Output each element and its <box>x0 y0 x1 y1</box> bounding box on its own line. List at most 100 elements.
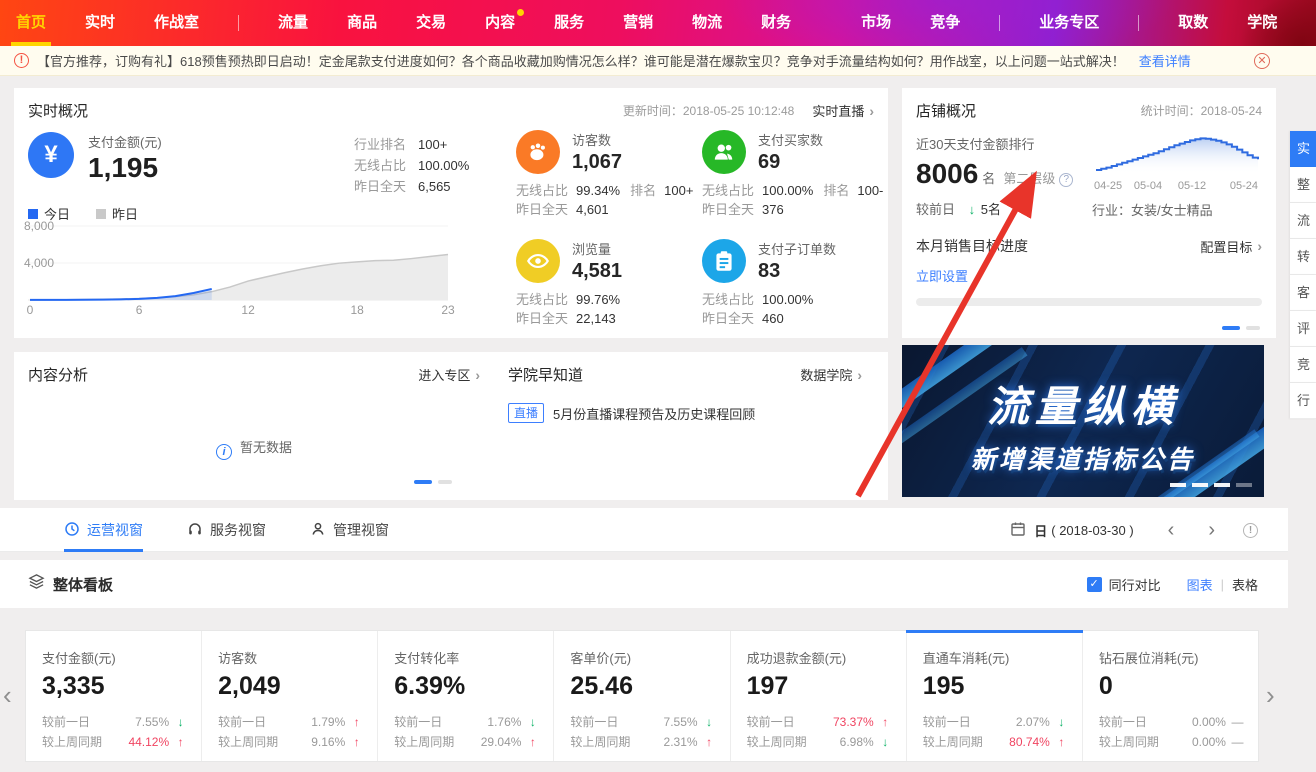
metric-card-payment-amount[interactable]: 支付金额(元)3,335较前一日7.55%↓较上周同期44.12%↑ <box>26 631 202 761</box>
detail-value: 460 <box>762 311 784 326</box>
nav-item-service[interactable]: 服务 <box>554 0 584 46</box>
prev-date-button[interactable]: ‹ <box>1168 520 1175 540</box>
arrow-flat-icon: — <box>1231 712 1244 732</box>
tab-manage[interactable]: 管理视窗 <box>310 508 389 552</box>
pagination-dash[interactable] <box>1214 483 1230 487</box>
footprint-icon <box>516 130 560 174</box>
date-info-icon[interactable]: ! <box>1243 523 1258 538</box>
next-date-button[interactable]: › <box>1208 520 1215 540</box>
arrow-up-icon: ↑ <box>174 732 187 752</box>
nav-item-realtime[interactable]: 实时 <box>85 0 115 46</box>
metric-card-title: 客单价(元) <box>570 648 715 667</box>
tab-label: 服务视窗 <box>210 520 266 540</box>
promo-banner[interactable]: 流量纵横 新增渠道指标公告 <box>902 345 1264 497</box>
compare-label: 较前一日 <box>570 712 618 732</box>
notice-detail-link[interactable]: 查看详情 <box>1139 51 1191 70</box>
detail-label: 昨日全天 <box>702 202 754 217</box>
shop-overview-panel: 店铺概况 统计时间：2018-05-24 近30天支付金额排行 8006 名 第… <box>902 88 1276 338</box>
table-view-toggle[interactable]: 表格 <box>1232 575 1258 594</box>
quick-nav-item-1[interactable]: 实 <box>1290 131 1316 167</box>
quick-nav-item-7[interactable]: 竞 <box>1290 347 1316 383</box>
realtime-live-link[interactable]: 实时直播 <box>812 101 864 120</box>
compare-value: 29.04% <box>481 732 522 752</box>
nav-item-compete[interactable]: 竞争 <box>930 0 960 46</box>
calendar-icon[interactable] <box>1010 520 1026 541</box>
nav-item-goods[interactable]: 商品 <box>347 0 377 46</box>
nav-item-marketing[interactable]: 营销 <box>623 0 653 46</box>
quick-nav-item-3[interactable]: 流 <box>1290 203 1316 239</box>
date-granularity[interactable]: 日 <box>1034 521 1047 540</box>
nav-divider <box>1138 15 1139 31</box>
compare-label: 较上周同期 <box>218 732 278 752</box>
quick-nav-item-2[interactable]: 整 <box>1290 167 1316 203</box>
metric-card-conversion-rate[interactable]: 支付转化率6.39%较前一日1.76%↓较上周同期29.04%↑ <box>378 631 554 761</box>
pagination-dash-active[interactable] <box>1170 483 1186 487</box>
close-icon[interactable]: ✕ <box>1254 53 1270 69</box>
configure-goal-link[interactable]: 配置目标 <box>1200 237 1252 256</box>
date-value[interactable]: ( 2018-03-30 ) <box>1051 523 1133 538</box>
realtime-stats-grid: 访客数1,067无线占比99.34%排名100+昨日全天4,601支付买家数69… <box>516 130 886 328</box>
carousel-next-button[interactable]: › <box>1266 682 1275 708</box>
pagination-dash[interactable] <box>1192 483 1208 487</box>
detail-value: 100+ <box>664 183 693 198</box>
tab-service[interactable]: 服务视窗 <box>187 508 266 552</box>
chart-view-toggle[interactable]: 图表 <box>1187 575 1213 594</box>
peer-compare-checkbox[interactable]: ✓ <box>1087 577 1102 592</box>
side-metric-value: 100+ <box>418 137 447 152</box>
stat-detail-row: 无线占比99.34%排名100+ <box>516 181 702 200</box>
rank-delta: 较前日 ↓ 5名 <box>916 199 1096 218</box>
nav-item-warroom[interactable]: 作战室 <box>154 0 199 46</box>
metric-card-diamond-spend[interactable]: 钻石展位消耗(元)0较前一日0.00%—较上周同期0.00%— <box>1083 631 1258 761</box>
metric-card-refund-amount[interactable]: 成功退款金额(元)197较前一日73.37%↑较上周同期6.98%↓ <box>731 631 907 761</box>
pagination-dash[interactable] <box>438 480 452 484</box>
pagination-dash-active[interactable] <box>414 480 432 484</box>
view-tabs: 运营视窗 服务视窗 管理视窗 <box>64 508 433 552</box>
detail-label: 昨日全天 <box>516 311 568 326</box>
compare-label: 较前一日 <box>747 712 795 732</box>
nav-item-biz-zone[interactable]: 业务专区 <box>1039 0 1099 46</box>
enter-zone-link[interactable]: 进入专区 <box>418 365 470 384</box>
stat-head: 访客数1,067 <box>516 130 702 174</box>
active-nav-indicator <box>11 42 51 46</box>
pagination-dash-active[interactable] <box>1222 326 1240 330</box>
metric-card-visitors[interactable]: 访客数2,049较前一日1.79%↑较上周同期9.16%↑ <box>202 631 378 761</box>
banner-pagination[interactable] <box>1164 483 1252 487</box>
x-tick: 0 <box>27 303 34 316</box>
nav-item-academy[interactable]: 学院 <box>1247 0 1277 46</box>
course-title[interactable]: 5月份直播课程预告及历史课程回顾 <box>553 404 755 423</box>
tab-operation[interactable]: 运营视窗 <box>64 508 143 552</box>
nav-item-logistics[interactable]: 物流 <box>692 0 722 46</box>
nav-item-trade[interactable]: 交易 <box>416 0 446 46</box>
nav-item-home[interactable]: 首页 <box>16 0 46 46</box>
quick-nav-item-5[interactable]: 客 <box>1290 275 1316 311</box>
help-icon[interactable]: ? <box>1059 173 1073 187</box>
shop-pagination[interactable] <box>1216 326 1260 330</box>
carousel-prev-button[interactable]: ‹ <box>3 682 12 708</box>
compare-value: 0.00% <box>1192 712 1226 732</box>
course-item[interactable]: 直播 5月份直播课程预告及历史课程回顾 <box>508 403 888 423</box>
metric-card-title: 支付金额(元) <box>42 648 187 667</box>
quick-nav-item-4[interactable]: 转 <box>1290 239 1316 275</box>
nav-item-content[interactable]: 内容 <box>485 0 515 46</box>
nav-item-finance[interactable]: 财务 <box>761 0 791 46</box>
stat-detail-row: 无线占比100.00% <box>702 290 886 309</box>
compare-value: 1.79% <box>311 712 345 732</box>
metric-card-ztc-spend[interactable]: 直通车消耗(元)195较前一日2.07%↓较上周同期80.74%↑ <box>907 631 1083 761</box>
nav-item-market[interactable]: 市场 <box>861 0 891 46</box>
nav-item-traffic[interactable]: 流量 <box>278 0 308 46</box>
quick-nav-item-8[interactable]: 行 <box>1290 383 1316 419</box>
data-academy-link[interactable]: 数据学院 <box>800 365 852 384</box>
notification-dot-icon <box>517 9 524 16</box>
quick-nav-item-6[interactable]: 评 <box>1290 311 1316 347</box>
pagination-dash[interactable] <box>1236 483 1252 487</box>
metric-card-avg-order-value[interactable]: 客单价(元)25.46较前一日7.55%↓较上周同期2.31%↑ <box>554 631 730 761</box>
nav-item-fetch-data[interactable]: 取数 <box>1178 0 1208 46</box>
nav-item-label: 营销 <box>623 14 653 31</box>
setup-now-link[interactable]: 立即设置 <box>916 266 968 285</box>
pagination-dash[interactable] <box>1246 326 1260 330</box>
arrow-down-icon: ↓ <box>174 712 187 732</box>
rank-trend-block: 04-2505-0405-1205-24 行业：女装/女士精品 <box>1092 128 1266 219</box>
industry-label: 行业：女装/女士精品 <box>1092 200 1266 219</box>
stat-detail-row: 昨日全天460 <box>702 309 886 328</box>
content-pagination[interactable] <box>408 480 452 484</box>
